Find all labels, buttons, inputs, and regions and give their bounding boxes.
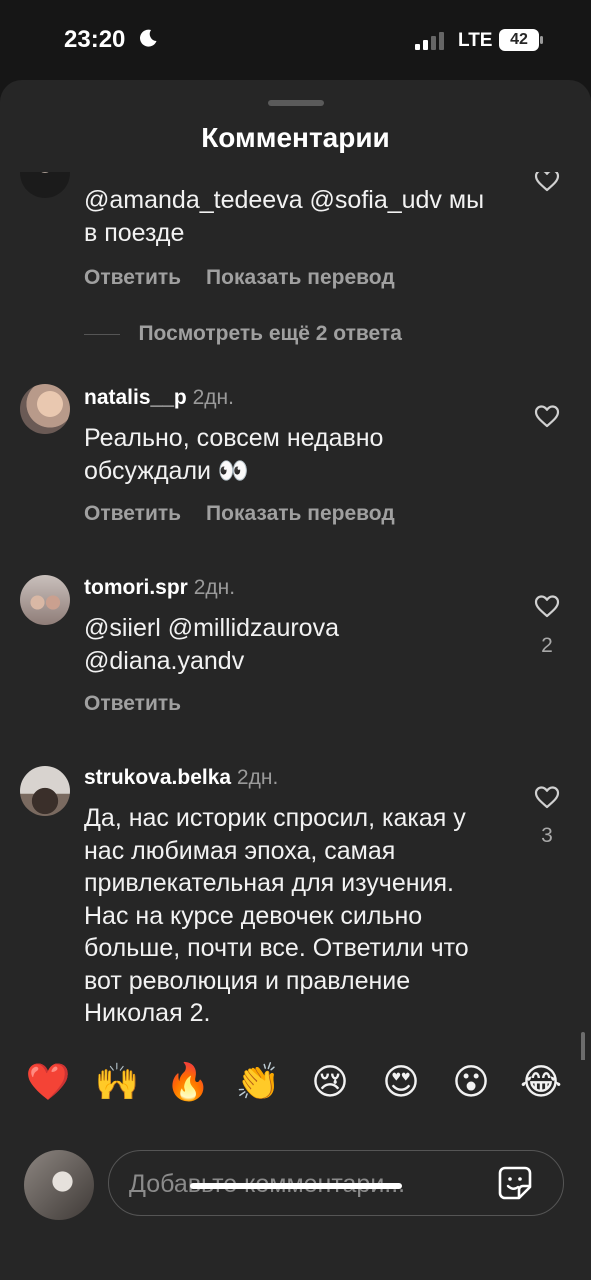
comment-username[interactable]: tomori.spr	[84, 576, 188, 599]
heart-outline-icon[interactable]	[534, 404, 560, 428]
reply-button[interactable]: Ответить	[84, 692, 181, 716]
status-bar: 23:20 LTE 42	[0, 0, 591, 80]
reaction-surprised[interactable]: 😮	[445, 1060, 497, 1104]
comments-list[interactable]: @amanda_tedeeva @sofia_udv мы в поезде О…	[0, 172, 591, 1060]
reaction-heart-eyes[interactable]: 😍	[375, 1060, 427, 1104]
avatar[interactable]	[20, 575, 70, 625]
reply-button[interactable]: Ответить	[84, 266, 181, 290]
comment-actions: Ответить Показать перевод	[84, 266, 420, 290]
avatar[interactable]	[20, 172, 70, 198]
battery-level: 42	[510, 31, 528, 48]
network-type: LTE	[458, 30, 493, 51]
comment-meta: natalis__p 2дн.	[84, 386, 234, 410]
comment-time: 2дн.	[236, 766, 279, 789]
moon-icon	[140, 29, 157, 47]
reaction-clap[interactable]: 👏	[232, 1060, 284, 1104]
view-more-replies-button[interactable]: Посмотреть ещё 2 ответа	[138, 322, 401, 345]
comment-text: @amanda_tedeeva @sofia_udv мы в поезде	[84, 186, 485, 247]
reaction-crying[interactable]: 😢	[304, 1060, 356, 1104]
comment-actions: Ответить	[84, 692, 206, 716]
comment-meta: strukova.belka 2дн.	[84, 766, 278, 790]
reply-button[interactable]: Ответить	[84, 502, 181, 526]
comments-sheet: Комментарии @amanda_tedeeva @sofia_udv м…	[0, 80, 591, 1280]
reaction-laughing[interactable]: 😂	[515, 1060, 567, 1104]
reaction-heart[interactable]: ❤️	[22, 1060, 74, 1104]
like-count: 2	[541, 634, 553, 657]
avatar[interactable]	[20, 384, 70, 434]
sheet-title: Комментарии	[201, 122, 390, 153]
quick-reactions: ❤️ 🙌 🔥 👏 😢 😍 😮 😂	[0, 1060, 591, 1124]
heart-outline-icon[interactable]	[534, 172, 560, 192]
show-translation-button[interactable]: Показать перевод	[206, 266, 395, 290]
reaction-raised-hands[interactable]: 🙌	[91, 1060, 143, 1104]
replies-divider	[84, 333, 120, 335]
comment-meta: tomori.spr 2дн.	[84, 576, 235, 600]
scrollbar[interactable]	[581, 1032, 585, 1060]
home-indicator	[190, 1183, 402, 1189]
comment-username[interactable]: natalis__p	[84, 386, 187, 409]
sticker-icon[interactable]	[497, 1165, 533, 1201]
heart-outline-icon[interactable]	[534, 785, 560, 809]
sheet-grabber[interactable]	[268, 100, 324, 106]
comment-text: Да, нас историк спросил, какая у нас люб…	[84, 804, 469, 1027]
comment-actions: Ответить Показать перевод	[84, 502, 420, 526]
status-time: 23:20	[64, 26, 126, 53]
show-translation-button[interactable]: Показать перевод	[206, 502, 395, 526]
comment-time: 2дн.	[193, 576, 236, 599]
like-count: 3	[541, 824, 553, 847]
comment-text: @siierl @millidzaurova @diana.yandv	[84, 614, 339, 675]
avatar[interactable]	[20, 766, 70, 816]
heart-outline-icon[interactable]	[534, 594, 560, 618]
comment-time: 2дн.	[192, 386, 234, 409]
comment-username[interactable]: strukova.belka	[84, 766, 231, 789]
current-user-avatar	[24, 1150, 94, 1220]
reaction-fire[interactable]: 🔥	[162, 1060, 214, 1104]
comment-text: Реально, совсем недавно обсуждали 👀	[84, 424, 384, 485]
view-replies[interactable]: Посмотреть ещё 2 ответа	[84, 322, 402, 346]
cellular-signal-icon	[415, 32, 444, 50]
